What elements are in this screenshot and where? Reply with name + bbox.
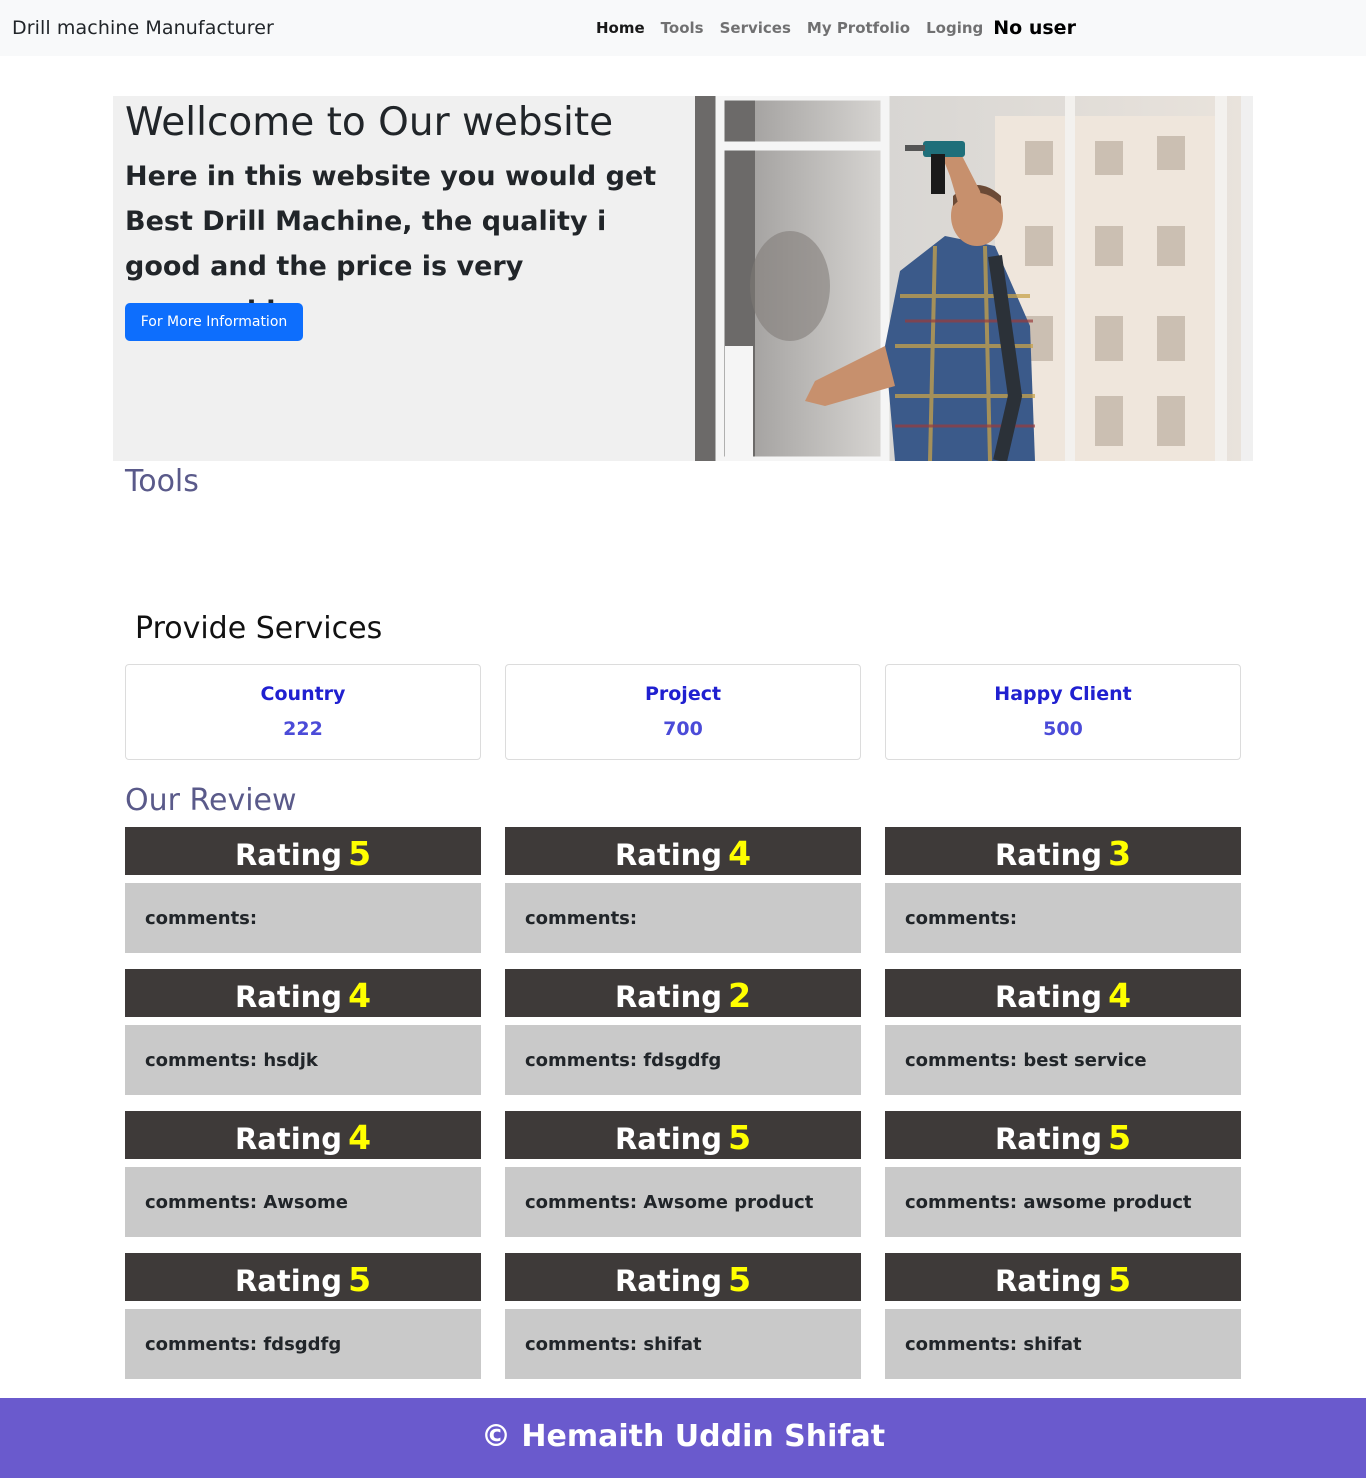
review-rating-header: Rating 4 [505,827,861,875]
review-comment: comments: Awsome [125,1167,481,1237]
current-user-label: No user [993,17,1076,39]
rating-value: 5 [348,1260,372,1299]
review-comment: comments: hsdjk [125,1025,481,1095]
nav-portfolio-link[interactable]: My Protfolio [807,17,910,39]
rating-value: 4 [348,1118,372,1157]
review-section-title: Our Review [125,783,297,818]
review-comment: comments: awsome product [885,1167,1241,1237]
rating-label: Rating [234,838,343,872]
review-card: Rating 4 comments: best service [885,969,1241,1095]
rating-value: 4 [728,834,752,873]
review-comment: comments: [125,883,481,953]
rating-label: Rating [234,1264,343,1298]
review-card: Rating 2 comments: fdsgdfg [505,969,861,1095]
review-rating-header: Rating 5 [505,1253,861,1301]
review-rating-header: Rating 4 [125,969,481,1017]
service-card-happy-client: Happy Client 500 [885,664,1241,760]
review-card: Rating 5 comments: fdsgdfg [125,1253,481,1379]
review-card: Rating 4 comments: [505,827,861,953]
hero-image [695,96,1241,461]
service-card-value: 700 [663,718,703,740]
navbar: Drill machine Manufacturer Home Tools Se… [0,0,1366,56]
review-rating-header: Rating 5 [125,1253,481,1301]
rating-label: Rating [614,980,723,1014]
review-comment: comments: [505,883,861,953]
review-comment: comments: shifat [505,1309,861,1379]
rating-label: Rating [994,980,1103,1014]
nav-login-link[interactable]: Loging [926,17,983,39]
rating-value: 2 [728,976,752,1015]
service-card-country: Country 222 [125,664,481,760]
rating-value: 5 [728,1260,752,1299]
review-card: Rating 5 comments: Awsome product [505,1111,861,1237]
services-section-title: Provide Services [135,611,383,646]
service-card-label: Country [260,683,346,705]
rating-value: 5 [1108,1118,1132,1157]
review-rating-header: Rating 5 [885,1111,1241,1159]
nav-home-link[interactable]: Home [596,17,645,39]
rating-value: 4 [348,976,372,1015]
rating-value: 4 [1108,976,1132,1015]
rating-label: Rating [994,1264,1103,1298]
review-card: Rating 3 comments: [885,827,1241,953]
review-comment: comments: Awsome product [505,1167,861,1237]
service-card-project: Project 700 [505,664,861,760]
review-rating-header: Rating 5 [125,827,481,875]
review-rating-header: Rating 2 [505,969,861,1017]
review-rating-header: Rating 4 [885,969,1241,1017]
more-information-button[interactable]: For More Information [125,303,303,341]
footer: © Hemaith Uddin Shifat [0,1398,1366,1478]
service-card-value: 500 [1043,718,1083,740]
rating-label: Rating [234,980,343,1014]
rating-value: 5 [1108,1260,1132,1299]
review-rating-header: Rating 3 [885,827,1241,875]
footer-copyright: © Hemaith Uddin Shifat [480,1419,886,1454]
review-card: Rating 5 comments: [125,827,481,953]
nav-tools-link[interactable]: Tools [661,17,704,39]
review-card: Rating 4 comments: hsdjk [125,969,481,1095]
review-comment: comments: shifat [885,1309,1241,1379]
review-card: Rating 4 comments: Awsome [125,1111,481,1237]
rating-label: Rating [234,1122,343,1156]
brand-link[interactable]: Drill machine Manufacturer [12,17,274,39]
hero-title: Wellcome to Our website [125,100,614,145]
nav-services-link[interactable]: Services [720,17,791,39]
rating-value: 5 [348,834,372,873]
rating-label: Rating [614,1122,723,1156]
rating-label: Rating [994,838,1103,872]
rating-value: 5 [728,1118,752,1157]
rating-label: Rating [994,1122,1103,1156]
review-comment: comments: [885,883,1241,953]
review-comment: comments: fdsgdfg [505,1025,861,1095]
review-rating-header: Rating 5 [505,1111,861,1159]
hero-banner: Wellcome to Our website Here in this web… [113,96,1253,461]
review-comment: comments: best service [885,1025,1241,1095]
service-card-label: Happy Client [994,683,1132,705]
review-card: Rating 5 comments: awsome product [885,1111,1241,1237]
rating-label: Rating [614,1264,723,1298]
rating-label: Rating [614,838,723,872]
review-comment: comments: fdsgdfg [125,1309,481,1379]
review-rating-header: Rating 4 [125,1111,481,1159]
nav-links: Home Tools Services My Protfolio Loging … [596,17,1076,39]
review-card: Rating 5 comments: shifat [885,1253,1241,1379]
rating-value: 3 [1108,834,1132,873]
review-card: Rating 5 comments: shifat [505,1253,861,1379]
service-card-value: 222 [283,718,323,740]
tools-section-title: Tools [125,464,199,499]
review-rating-header: Rating 5 [885,1253,1241,1301]
service-card-label: Project [644,683,722,705]
